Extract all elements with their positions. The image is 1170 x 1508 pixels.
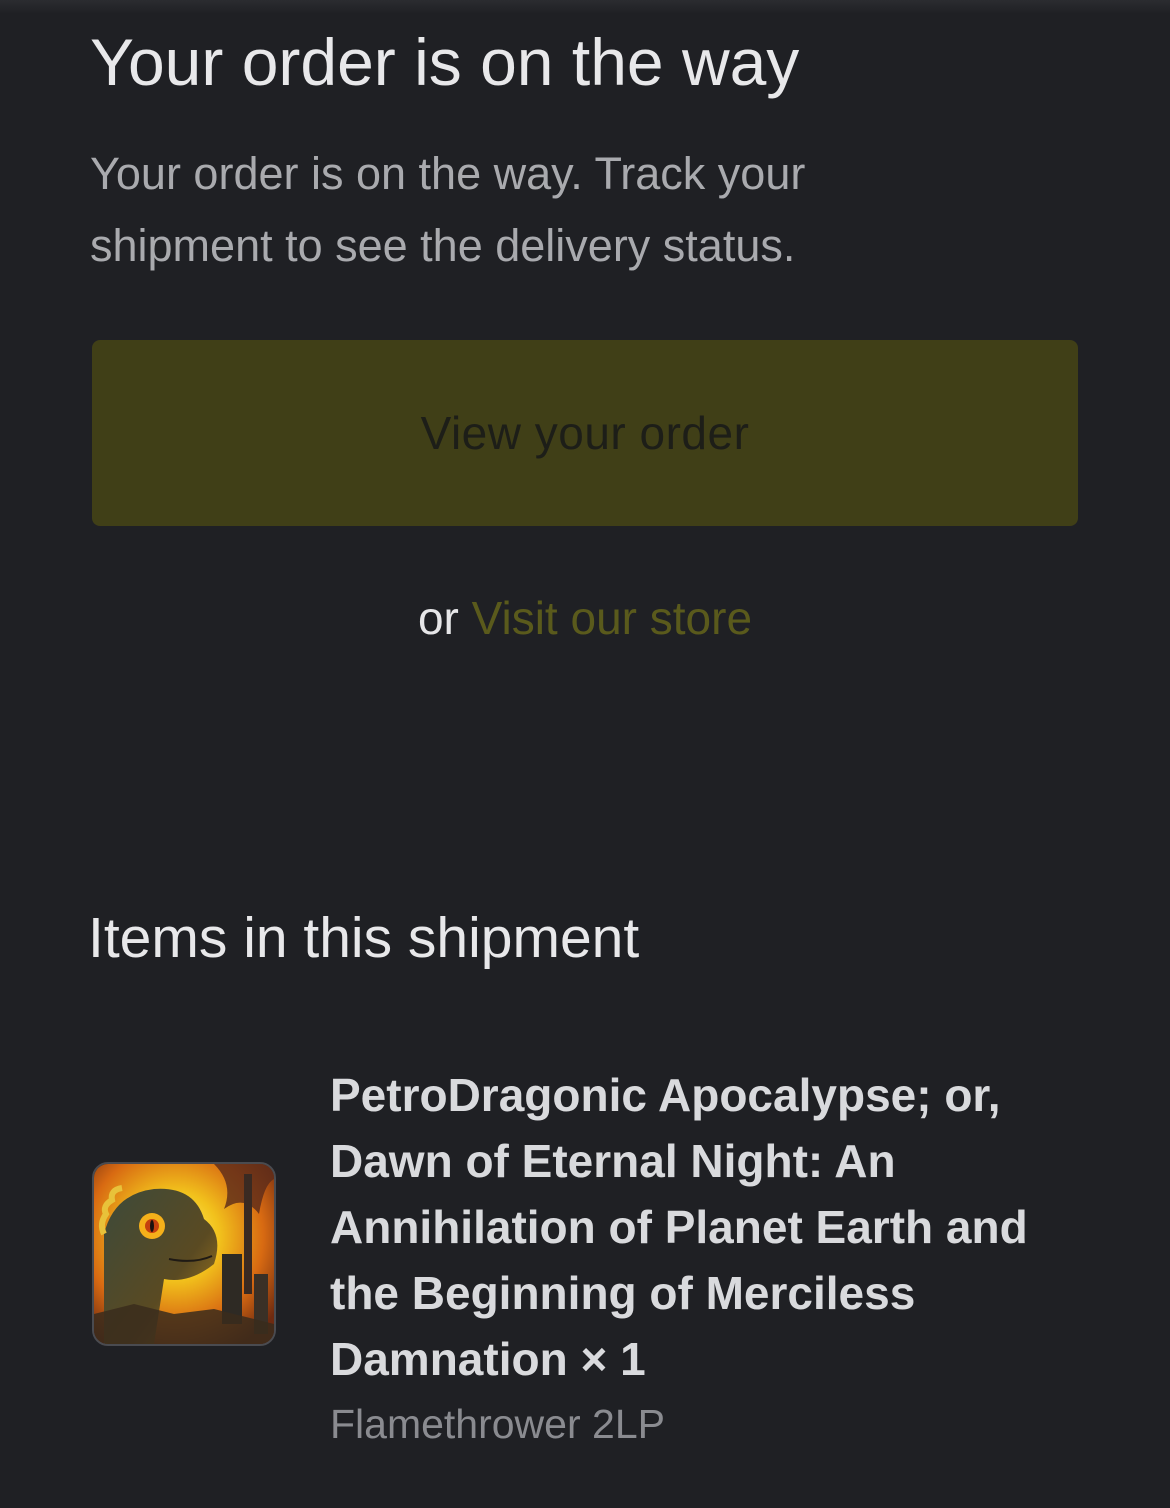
or-text: or [417,592,459,644]
visit-store-link[interactable]: Visit our store [472,592,752,644]
top-edge-shadow [0,0,1170,14]
view-order-button[interactable]: View your order [92,340,1078,526]
page-title: Your order is on the way [90,25,800,99]
page-subtitle: Your order is on the way. Track your shi… [90,148,806,271]
alternate-action-line: or Visit our store [0,588,1170,648]
view-order-label: View your order [420,407,750,459]
item-title: PetroDragonic Apocalypse; or, Dawn of Et… [330,1069,1028,1385]
album-art-image [94,1164,274,1344]
shipment-section-title: Items in this shipment [88,906,640,970]
product-thumbnail [92,1162,276,1346]
item-variant: Flamethrower 2LP [330,1401,665,1447]
